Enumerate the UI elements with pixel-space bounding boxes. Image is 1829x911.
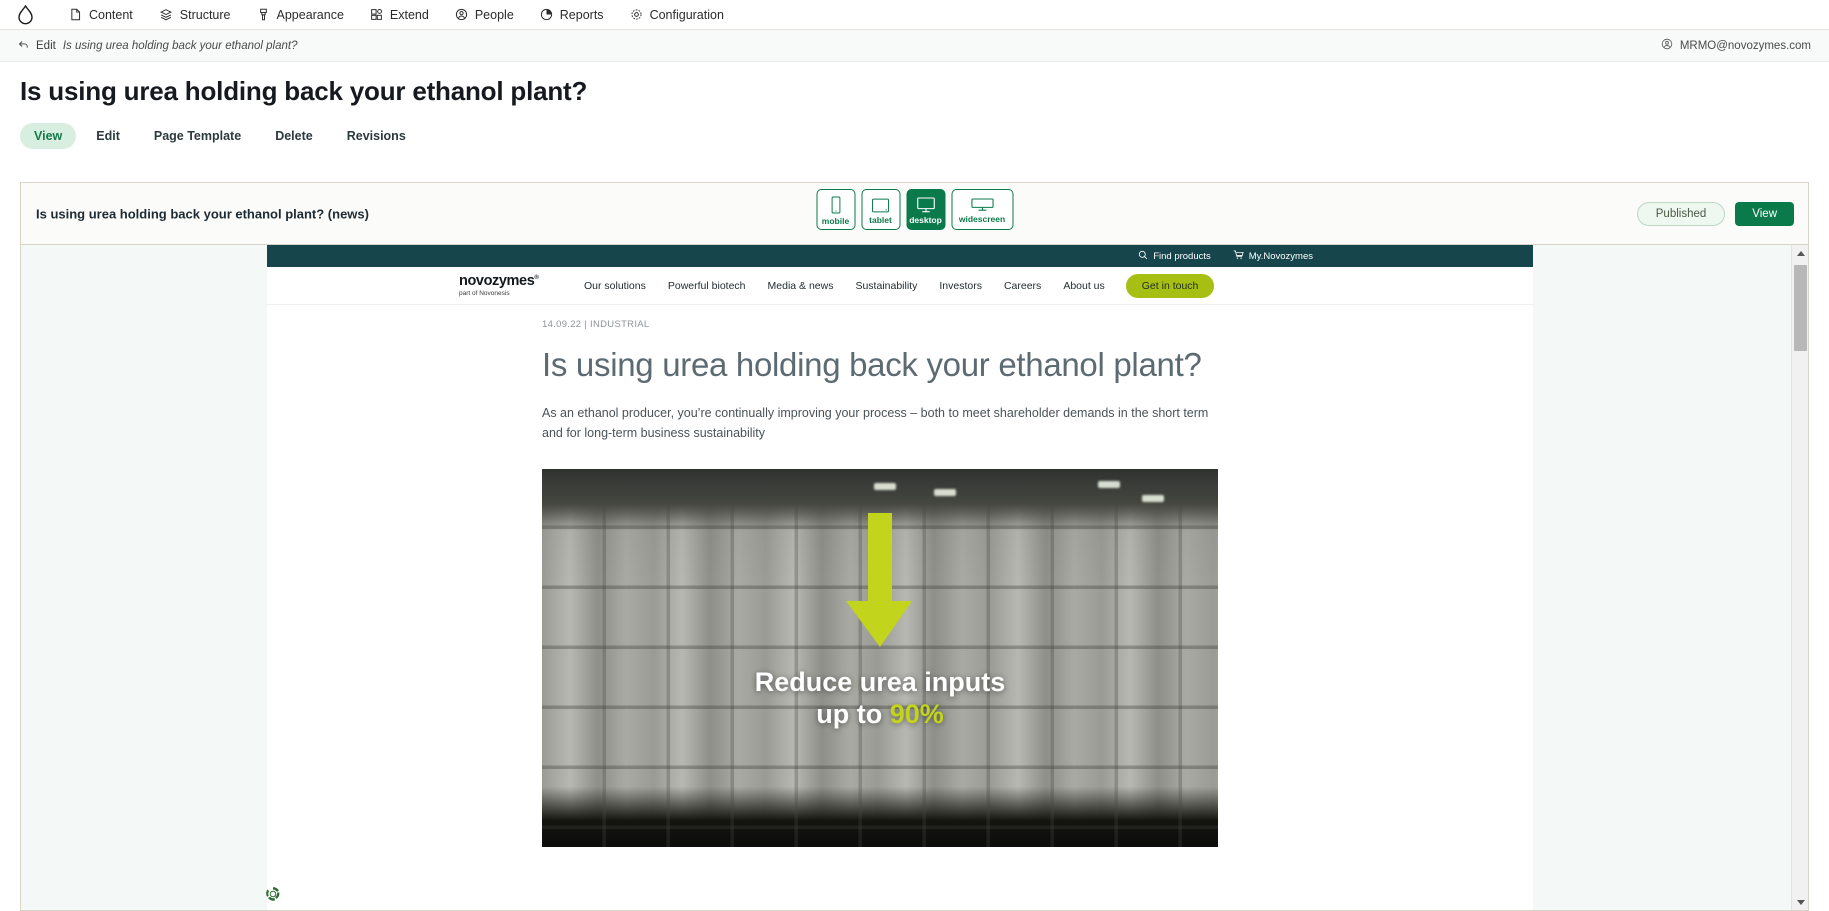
edit-entity-title: Is using urea holding back your ethanol … [62,39,298,52]
hero-light-4 [1142,495,1164,503]
nav-link-our-solutions[interactable]: Our solutions [573,280,657,292]
cart-icon [1233,250,1244,263]
article-headline: Is using urea holding back your ethanol … [542,346,1202,383]
account-menu[interactable]: MRMO@novozymes.com [1661,38,1811,53]
hero-light-1 [874,483,896,491]
account-circle-icon [1661,38,1673,53]
layers-icon [159,8,173,21]
monitor-icon [916,197,935,213]
puzzle-icon [370,8,383,21]
hero-light-2 [934,489,956,497]
local-task-tabs: View Edit Page Template Delete Revisions [20,123,420,149]
site-utility-bar: Find products My.Novozymes [267,245,1533,267]
device-button-label: mobile [821,216,850,226]
nav-link-investors[interactable]: Investors [928,280,993,292]
hero-overlay-highlight: 90% [889,698,944,729]
nav-link-sustainability[interactable]: Sustainability [844,280,928,292]
preview-vertical-scrollbar[interactable] [1791,245,1808,910]
preview-toolbar: Is using urea holding back your ethanol … [21,183,1808,245]
page-title: Is using urea holding back your ethanol … [20,76,588,106]
preview-container: Is using urea holding back your ethanol … [20,182,1809,911]
hero-overlay-line2: up to 90% [542,699,1218,731]
device-button-label: widescreen [958,214,1006,224]
tab-revisions[interactable]: Revisions [333,123,420,149]
preview-actions: Published View [1636,201,1794,226]
device-button-widescreen[interactable]: widescreen [951,189,1013,230]
utility-link-label: My.Novozymes [1248,250,1313,262]
article-body: 14.09.22 | INDUSTRIAL Is using urea hold… [267,305,1533,848]
phone-icon [829,196,842,214]
person-circle-icon [455,8,468,21]
device-button-mobile[interactable]: mobile [816,189,855,230]
back-arrow-icon [18,39,29,53]
tablet-icon [871,198,890,213]
device-button-label: tablet [869,214,892,225]
tab-view[interactable]: View [20,123,77,149]
utility-link-find-products[interactable]: Find products [1138,250,1211,263]
utility-link-my-novozymes[interactable]: My.Novozymes [1233,250,1313,263]
toolbar-item-people[interactable]: People [442,0,527,30]
article-meta: 14.09.22 | INDUSTRIAL [542,319,650,330]
recycle-cookie-settings-icon[interactable] [264,885,282,903]
toolbar-item-label: Configuration [649,7,724,22]
hero-overlay-prefix: up to [816,698,890,729]
account-email: MRMO@novozymes.com [1679,39,1811,52]
tab-delete[interactable]: Delete [261,123,327,149]
edit-context-bar: Edit Is using urea holding back your eth… [0,30,1829,62]
toolbar-item-structure[interactable]: Structure [146,0,244,30]
device-button-label: desktop [909,215,942,225]
article-hero-image: Reduce urea inputs up to 90% [542,469,1218,848]
logo-trademark: ® [534,275,539,282]
tab-page-template[interactable]: Page Template [140,123,255,149]
toolbar-item-appearance[interactable]: Appearance [244,0,357,30]
toolbar-item-label: Reports [559,7,604,22]
toolbar-item-content[interactable]: Content [56,0,146,30]
view-button[interactable]: View [1735,201,1794,226]
scroll-up-arrow-icon[interactable] [1792,245,1808,262]
edit-breadcrumb[interactable]: Edit Is using urea holding back your eth… [18,39,297,53]
toolbar-item-label: Structure [179,7,231,22]
logo-tagline: part of Novonesis [459,289,510,297]
toolbar-item-label: Appearance [276,7,344,22]
status-badge: Published [1636,201,1726,226]
utility-link-label: Find products [1153,250,1211,262]
nav-link-careers[interactable]: Careers [993,280,1052,292]
tab-edit[interactable]: Edit [82,123,134,149]
drupal-drop-logo[interactable] [10,0,40,30]
novozymes-logo[interactable]: novozymes® part of Novonesis [459,274,551,297]
device-button-tablet[interactable]: tablet [861,189,900,230]
logo-wordmark: novozymes [459,273,535,289]
toolbar-item-configuration[interactable]: Configuration [617,0,737,30]
hero-light-3 [1098,481,1120,489]
pie-chart-icon [540,8,553,21]
toolbar-item-label: People [474,7,514,22]
device-preview-switcher: mobile tablet desktop widescreen [816,189,1013,230]
scroll-thumb[interactable] [1794,265,1807,351]
nav-link-media-news[interactable]: Media & news [757,280,845,292]
file-icon [69,8,82,21]
hero-down-arrow-icon [838,513,922,652]
gear-icon [630,8,643,21]
hero-overlay-line1: Reduce urea inputs [754,667,1006,698]
novozymes-site-preview: Find products My.Novozymes novozymes® pa… [267,245,1533,910]
get-in-touch-button[interactable]: Get in touch [1125,273,1215,298]
nav-link-about-us[interactable]: About us [1052,280,1115,292]
scroll-down-arrow-icon[interactable] [1792,894,1808,910]
device-button-desktop[interactable]: desktop [906,189,945,230]
search-icon [1138,250,1148,263]
toolbar-item-reports[interactable]: Reports [527,0,617,30]
nav-link-powerful-biotech[interactable]: Powerful biotech [657,280,757,292]
toolbar-item-label: Content [89,7,133,22]
toolbar-item-label: Extend [389,7,429,22]
paintbrush-icon [257,8,270,21]
drupal-admin-toolbar: Content Structure Appearance Extend Peop… [0,0,1829,30]
site-main-nav: novozymes® part of Novonesis Our solutio… [267,267,1533,305]
toolbar-item-extend[interactable]: Extend [357,0,442,30]
widescreen-monitor-icon [970,198,994,212]
hero-overlay-text: Reduce urea inputs up to 90% [542,667,1218,731]
preview-iframe-area: Find products My.Novozymes novozymes® pa… [21,245,1808,910]
edit-label: Edit [36,39,56,52]
preview-entity-label: Is using urea holding back your ethanol … [36,206,369,221]
article-lede: As an ethanol producer, you’re continual… [542,406,1209,440]
